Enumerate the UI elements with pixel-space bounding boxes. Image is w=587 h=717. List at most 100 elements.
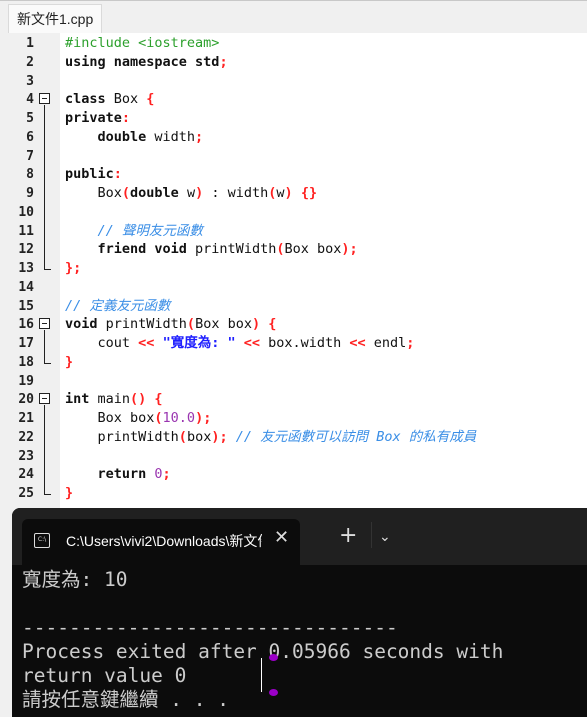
line-number: 15 bbox=[18, 298, 34, 314]
code-token: Box bbox=[65, 185, 122, 201]
code-text: // 定義友元函數 bbox=[65, 297, 170, 316]
line-number: 10 bbox=[18, 204, 34, 220]
line-number: 7 bbox=[26, 148, 34, 164]
code-token: printWidth bbox=[195, 241, 277, 258]
code-token: width bbox=[227, 185, 269, 201]
code-editor[interactable]: 1 #include <iostream> 2 using namespace std… bbox=[10, 33, 587, 508]
code-text: class Box { bbox=[65, 90, 154, 109]
code-token: ) bbox=[195, 185, 204, 201]
fold-guide bbox=[44, 105, 45, 269]
code-token: Box bbox=[376, 428, 401, 445]
code-text: } bbox=[65, 353, 73, 372]
terminal-window[interactable]: C:\ C:\Users\vivi2\Downloads\新文件1.exe ✕ … bbox=[12, 508, 587, 717]
code-text: Box(double w) : width(w) {} bbox=[65, 184, 318, 203]
fold-guide bbox=[44, 405, 45, 494]
code-token: () { bbox=[130, 391, 163, 408]
terminal-output: 寬度為: 10 --------------------------------… bbox=[22, 568, 580, 712]
code-token: : bbox=[113, 166, 122, 183]
terminal-output-line: -------------------------------- bbox=[22, 616, 398, 639]
code-token: ) { bbox=[251, 316, 277, 333]
code-token: ; bbox=[162, 466, 171, 483]
fold-guide-end bbox=[44, 362, 51, 364]
code-token: ( bbox=[154, 410, 163, 426]
code-token: 0 bbox=[154, 466, 163, 483]
line-number: 5 bbox=[26, 111, 34, 126]
code-token: {} bbox=[292, 185, 318, 201]
code-token: main bbox=[97, 391, 131, 408]
code-text: } bbox=[65, 484, 73, 503]
code-token: ); bbox=[195, 410, 212, 426]
code-token: // 友元函數可以訪問 bbox=[227, 428, 377, 445]
code-token: } bbox=[65, 485, 74, 501]
code-token: printWidth bbox=[105, 316, 187, 333]
code-token: { bbox=[146, 91, 155, 108]
line-number: 16 bbox=[18, 317, 34, 333]
line-number: 3 bbox=[26, 73, 34, 89]
line-number: 20 bbox=[18, 392, 34, 408]
terminal-output-line: 請按任意鍵繼續 . . . bbox=[22, 688, 229, 711]
terminal-output-line: 寬度為: 10 bbox=[22, 568, 128, 591]
code-token: ; bbox=[219, 53, 228, 70]
editor-tab-bar: 新文件1.cpp bbox=[0, 0, 587, 33]
code-token: : bbox=[203, 185, 228, 201]
code-token: return bbox=[65, 466, 155, 483]
cursor-handle-top[interactable] bbox=[269, 654, 278, 661]
fold-guide-end bbox=[44, 494, 51, 495]
code-token: } bbox=[65, 353, 74, 370]
chevron-down-icon[interactable]: ⌄ bbox=[379, 529, 391, 545]
code-token: std bbox=[195, 53, 220, 70]
code-token: ; bbox=[195, 128, 204, 145]
fold-guide bbox=[44, 330, 45, 363]
code-token: class bbox=[65, 91, 114, 108]
fold-toggle-icon[interactable] bbox=[39, 393, 50, 405]
code-text: cout << "寬度為: " << box.width << endl; bbox=[65, 334, 415, 353]
code-text: using namespace std; bbox=[65, 53, 228, 72]
code-text: #include <iostream> bbox=[65, 34, 219, 53]
code-token: #include <iostream> bbox=[65, 35, 220, 51]
line-number: 18 bbox=[18, 354, 34, 370]
text-cursor bbox=[261, 658, 262, 692]
code-text: }; bbox=[65, 259, 81, 278]
code-token: box bbox=[186, 428, 212, 445]
code-token: Box bbox=[113, 91, 147, 108]
code-token: << bbox=[138, 335, 155, 351]
code-text: void printWidth(Box box) { bbox=[65, 315, 276, 334]
file-tab[interactable]: 新文件1.cpp bbox=[8, 4, 103, 33]
line-number: 4 bbox=[26, 92, 34, 108]
cursor-handle-bottom[interactable] bbox=[269, 689, 278, 696]
code-text: double width; bbox=[65, 128, 204, 147]
code-token: ( bbox=[186, 316, 196, 333]
code-token: 10.0 bbox=[162, 410, 196, 426]
line-number: 17 bbox=[18, 336, 34, 351]
code-token: << bbox=[243, 335, 260, 351]
code-token: 的私有成員 bbox=[400, 428, 477, 445]
code-token: using namespace bbox=[65, 53, 196, 70]
code-text: return 0; bbox=[65, 465, 171, 484]
code-token: width bbox=[154, 128, 196, 145]
code-token: cout bbox=[65, 335, 139, 351]
code-token: public bbox=[65, 166, 114, 183]
code-token: ); bbox=[211, 428, 228, 445]
terminal-tab-bar: C:\ C:\Users\vivi2\Downloads\新文件1.exe ✕ … bbox=[12, 508, 587, 565]
new-tab-button[interactable]: + bbox=[339, 525, 357, 547]
line-number: 23 bbox=[18, 448, 34, 464]
code-token: << bbox=[349, 335, 366, 351]
terminal-tab[interactable]: C:\ C:\Users\vivi2\Downloads\新文件1.exe ✕ bbox=[22, 519, 300, 565]
terminal-output-line: Process exited after 0.05966 seconds wit… bbox=[22, 640, 516, 687]
line-number: 14 bbox=[18, 279, 34, 295]
code-token: Box box bbox=[65, 410, 155, 426]
code-token: // 定義友元函數 bbox=[65, 297, 171, 314]
code-token: Box box bbox=[284, 241, 342, 258]
line-number: 13 bbox=[18, 261, 34, 276]
code-token: ) bbox=[284, 185, 293, 201]
line-number: 21 bbox=[18, 411, 34, 426]
code-token: ; bbox=[406, 335, 415, 351]
close-icon[interactable]: ✕ bbox=[274, 527, 289, 548]
fold-toggle-icon[interactable] bbox=[39, 318, 50, 330]
code-token: double bbox=[130, 185, 187, 201]
fold-toggle-icon[interactable] bbox=[39, 93, 50, 105]
divider bbox=[371, 522, 372, 548]
code-token: box.width bbox=[259, 335, 350, 351]
